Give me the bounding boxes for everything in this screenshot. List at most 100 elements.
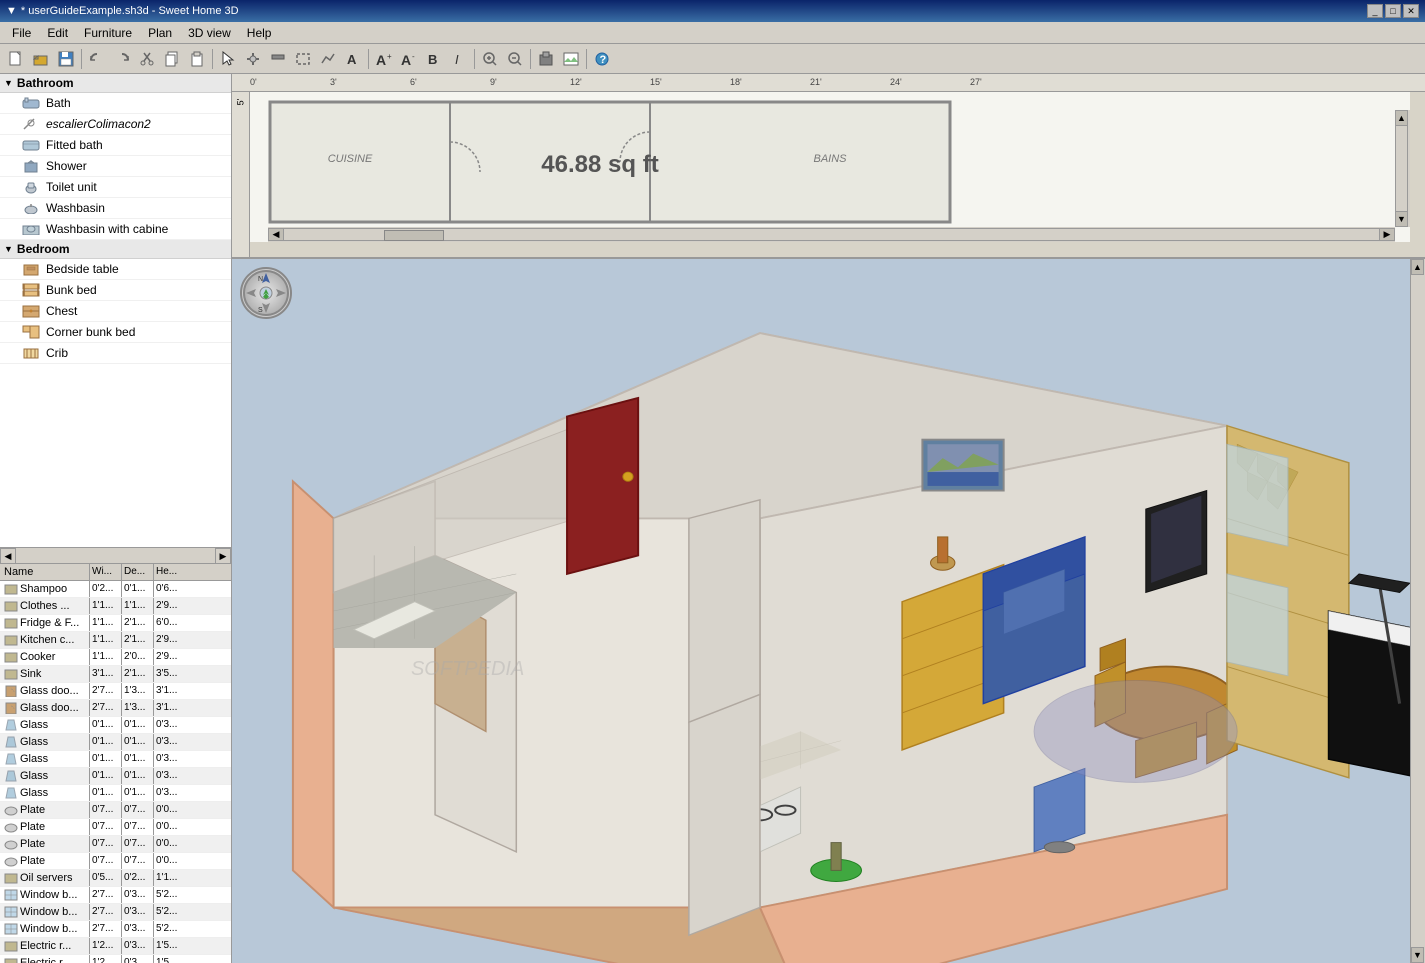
help-button[interactable]: ? (590, 47, 614, 71)
table-row[interactable]: Sink 3'1... 2'1... 3'5... (0, 666, 231, 683)
hscroll-track[interactable] (284, 228, 1379, 241)
new-button[interactable] (4, 47, 28, 71)
item-washbasin-cabinet[interactable]: Washbasin with cabine (0, 219, 231, 240)
zoom-in-button[interactable] (478, 47, 502, 71)
table-row[interactable]: Window b... 2'7... 0'3... 5'2... (0, 921, 231, 938)
vscroll-up-button[interactable]: ▲ (1395, 110, 1408, 126)
zoom-out-button[interactable] (503, 47, 527, 71)
draw-polyline-button[interactable] (316, 47, 340, 71)
svg-text:BAINS: BAINS (813, 153, 847, 165)
item-bath[interactable]: Bath (0, 93, 231, 114)
table-row[interactable]: Oil servers 0'5... 0'2... 1'1... (0, 870, 231, 887)
item-chest[interactable]: Chest (0, 301, 231, 322)
menu-edit[interactable]: Edit (39, 24, 76, 42)
hscroll-right-button[interactable]: ▶ (1379, 228, 1395, 241)
table-row[interactable]: Clothes ... 1'1... 1'1... 2'9... (0, 598, 231, 615)
select-button[interactable] (216, 47, 240, 71)
vscroll3d-track[interactable] (1411, 275, 1425, 947)
pan-button[interactable] (241, 47, 265, 71)
vscroll-down-button[interactable]: ▼ (1395, 211, 1408, 227)
italic-text-button[interactable]: I (447, 47, 471, 71)
menu-3dview[interactable]: 3D view (180, 24, 239, 42)
category-bedroom[interactable]: ▼ Bedroom (0, 240, 231, 259)
table-row[interactable]: Plate 0'7... 0'7... 0'0... (0, 819, 231, 836)
save-button[interactable] (54, 47, 78, 71)
undo-button[interactable] (85, 47, 109, 71)
table-row[interactable]: Window b... 2'7... 0'3... 5'2... (0, 904, 231, 921)
row-name-cell: Plate (0, 836, 90, 852)
table-row[interactable]: Glass doo... 2'7... 1'3... 3'1... (0, 683, 231, 700)
menu-help[interactable]: Help (239, 24, 280, 42)
canvas-2d[interactable]: 46.88 sq ft CUISINE BAINS ◀ ▶ ▲ (250, 92, 1410, 242)
draw-room-button[interactable] (291, 47, 315, 71)
import-furniture-button[interactable] (534, 47, 558, 71)
vscroll3d-down-button[interactable]: ▼ (1411, 947, 1424, 963)
hscroll-thumb[interactable] (384, 230, 444, 241)
decrease-text-button[interactable]: A- (397, 47, 421, 71)
table-row[interactable]: Cooker 1'1... 2'0... 2'9... (0, 649, 231, 666)
table-row[interactable]: Plate 0'7... 0'7... 0'0... (0, 802, 231, 819)
item-escalier[interactable]: escalierColimacon2 (0, 114, 231, 135)
table-row[interactable]: Glass 0'1... 0'1... 0'3... (0, 751, 231, 768)
vscroll-main[interactable]: ▲ ▼ (1410, 259, 1425, 963)
table-row[interactable]: Glass 0'1... 0'1... 0'3... (0, 768, 231, 785)
row-width-cell: 1'1... (90, 598, 122, 614)
category-bathroom[interactable]: ▼ Bathroom (0, 74, 231, 93)
row-width-cell: 2'7... (90, 683, 122, 699)
minimize-button[interactable]: _ (1367, 4, 1383, 18)
item-corner-bunk-bed[interactable]: Corner bunk bed (0, 322, 231, 343)
vscroll-track[interactable] (1395, 126, 1408, 211)
table-row[interactable]: Kitchen c... 1'1... 2'1... 2'9... (0, 632, 231, 649)
open-button[interactable] (29, 47, 53, 71)
paste-button[interactable] (185, 47, 209, 71)
row-name-cell: Glass (0, 785, 90, 801)
item-toilet-unit[interactable]: Toilet unit (0, 177, 231, 198)
ruler-mark-3: 3' (330, 77, 337, 87)
table-row[interactable]: Electric r... 1'2... 0'3... 1'5... (0, 938, 231, 955)
item-crib[interactable]: Crib (0, 343, 231, 364)
table-row[interactable]: Window b... 2'7... 0'3... 5'2... (0, 887, 231, 904)
item-bunk-bed[interactable]: Bunk bed (0, 280, 231, 301)
redo-button[interactable] (110, 47, 134, 71)
import-bg-button[interactable] (559, 47, 583, 71)
vscroll3d-up-button[interactable]: ▲ (1411, 259, 1424, 275)
svg-text:A: A (376, 52, 386, 67)
table-row[interactable]: Shampoo 0'2... 0'1... 0'6... (0, 581, 231, 598)
menu-furniture[interactable]: Furniture (76, 24, 140, 42)
view-3d[interactable]: N S SOFTPEDIA (232, 259, 1425, 963)
item-washbasin[interactable]: Washbasin (0, 198, 231, 219)
scroll-left-button[interactable]: ◀ (0, 548, 16, 564)
table-row[interactable]: Fridge & F... 1'1... 2'1... 6'0... (0, 615, 231, 632)
item-shower[interactable]: Shower (0, 156, 231, 177)
table-row[interactable]: Electric r... 1'2... 0'3... 1'5... (0, 955, 231, 963)
toolbar-sep-6 (586, 49, 587, 69)
table-row[interactable]: Glass 0'1... 0'1... 0'3... (0, 717, 231, 734)
vscroll-2d[interactable]: ▲ ▼ (1395, 110, 1410, 227)
increase-text-button[interactable]: A+ (372, 47, 396, 71)
close-button[interactable]: ✕ (1403, 4, 1419, 18)
maximize-button[interactable]: □ (1385, 4, 1401, 18)
row-width-cell: 0'1... (90, 785, 122, 801)
hscroll-left-button[interactable]: ◀ (268, 228, 284, 241)
table-row[interactable]: Glass 0'1... 0'1... 0'3... (0, 785, 231, 802)
item-fitted-bath[interactable]: Fitted bath (0, 135, 231, 156)
item-bedside-table[interactable]: Bedside table (0, 259, 231, 280)
table-row[interactable]: Plate 0'7... 0'7... 0'0... (0, 853, 231, 870)
scroll-right-button[interactable]: ▶ (215, 548, 231, 564)
nav-compass[interactable]: N S (240, 267, 292, 319)
draw-wall-button[interactable] (266, 47, 290, 71)
table-row[interactable]: Glass 0'1... 0'1... 0'3... (0, 734, 231, 751)
arrow-bathroom: ▼ (4, 78, 13, 88)
row-width-cell: 2'7... (90, 700, 122, 716)
menu-file[interactable]: File (4, 24, 39, 42)
hscroll-2d[interactable]: ◀ ▶ (268, 227, 1395, 242)
table-row[interactable]: Glass doo... 2'7... 1'3... 3'1... (0, 700, 231, 717)
cut-button[interactable] (135, 47, 159, 71)
view-2d[interactable]: 0' 3' 6' 9' 12' 15' 18' 21' 24' 27' 5' (232, 74, 1425, 259)
add-text-button[interactable]: A (341, 47, 365, 71)
menu-plan[interactable]: Plan (140, 24, 180, 42)
bold-text-button[interactable]: B (422, 47, 446, 71)
copy-button[interactable] (160, 47, 184, 71)
table-row[interactable]: Plate 0'7... 0'7... 0'0... (0, 836, 231, 853)
svg-text:-: - (412, 52, 415, 61)
